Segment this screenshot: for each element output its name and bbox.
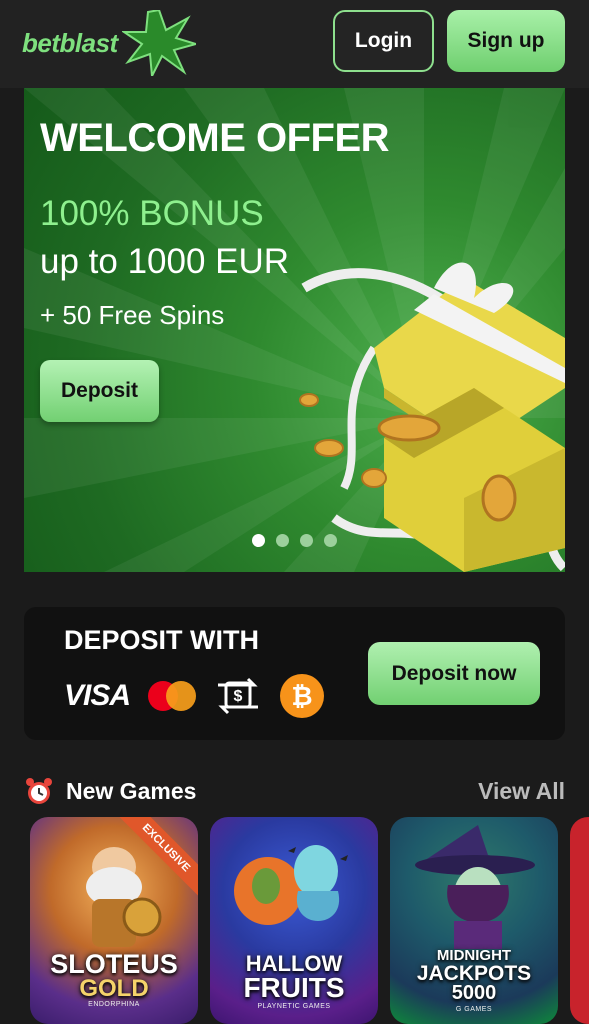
game-title-line: 5000 [451, 982, 497, 1004]
game-title-line: JACKPOTS [416, 962, 532, 985]
carousel-dot[interactable] [252, 534, 265, 547]
game-title-line: GOLD [79, 975, 149, 1002]
login-button[interactable]: Login [333, 10, 434, 72]
starburst-icon [122, 10, 196, 76]
signup-button[interactable]: Sign up [447, 10, 565, 72]
view-all-link[interactable]: View All [478, 778, 565, 805]
visa-logo: VISA [64, 679, 131, 712]
banner-title: WELCOME OFFER [40, 116, 390, 160]
game-card-partial[interactable] [570, 817, 589, 1024]
new-games-title: New Games [66, 778, 197, 804]
banner-deposit-button[interactable]: Deposit [40, 360, 159, 422]
carousel-dot[interactable] [276, 534, 289, 547]
witch-character-art [415, 825, 535, 949]
header: betblast Login Sign up [0, 0, 589, 88]
carousel-dot[interactable] [324, 534, 337, 547]
banner-amount: up to 1000 EUR [40, 242, 290, 281]
deposit-now-button[interactable]: Deposit now [368, 642, 540, 705]
gift-box-illustration [299, 262, 565, 572]
carousel-dot[interactable] [300, 534, 313, 547]
deposit-title: DEPOSIT WITH [64, 625, 259, 655]
game-provider: G GAMES [455, 1006, 493, 1013]
new-games-header: New Games View All [24, 774, 565, 808]
logo-text: betblast [22, 28, 118, 58]
svg-text:$: $ [234, 688, 243, 705]
banner-free-spins: + 50 Free Spins [40, 300, 225, 330]
betblast-logo[interactable]: betblast [22, 10, 196, 76]
game-title-line: MIDNIGHT [436, 947, 512, 964]
welcome-offer-banner[interactable]: WELCOME OFFER 100% BONUS up to 1000 EUR … [24, 88, 565, 572]
bitcoin-icon: ₿ [280, 674, 325, 718]
game-provider: ENDORPHINA [88, 1001, 140, 1008]
alarm-clock-icon [26, 778, 52, 804]
game-card-hallow-fruits[interactable]: HALLOW FRUITS PLAYNETIC GAMES [210, 817, 378, 1024]
banner-bonus: 100% BONUS [40, 194, 264, 233]
hallow-characters-art [234, 845, 348, 925]
payment-methods: VISA $ ₿ [64, 673, 325, 719]
zeus-character-art [86, 847, 162, 947]
game-card-midnight-jackpots[interactable]: MIDNIGHT JACKPOTS 5000 G GAMES [390, 817, 558, 1024]
game-title-line: SLOTEUS [50, 949, 178, 979]
game-provider: PLAYNETIC GAMES [257, 1003, 331, 1010]
carousel-dots [252, 534, 337, 547]
game-title-line: FRUITS [243, 972, 345, 1003]
mastercard-icon [148, 681, 197, 711]
game-card-sloteus-gold[interactable]: EXCLUSIVE SLOTEUS GOLD ENDORPHINA [30, 817, 198, 1024]
deposit-methods-panel: DEPOSIT WITH VISA $ ₿ Deposit now [24, 607, 565, 740]
bank-transfer-icon: $ [218, 677, 259, 715]
